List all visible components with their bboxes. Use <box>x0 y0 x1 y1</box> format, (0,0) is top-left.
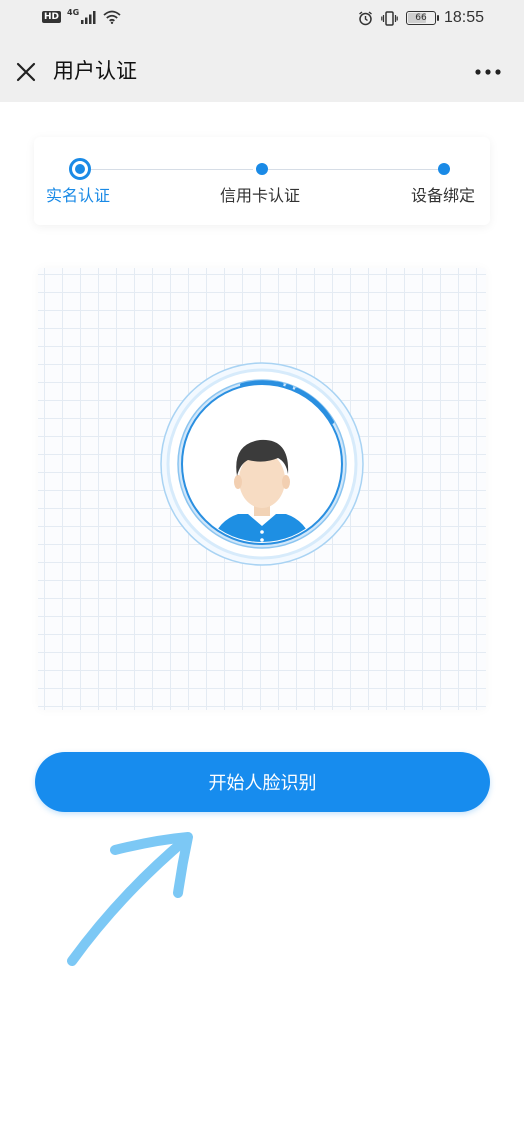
battery-level: 66 <box>415 13 427 23</box>
more-icon <box>475 69 501 75</box>
page-title: 用户认证 <box>53 59 137 83</box>
step-3-indicator <box>438 163 450 175</box>
close-icon <box>16 62 36 82</box>
alarm-icon <box>359 10 372 25</box>
status-bar: HD 4G 66 18:55 <box>0 0 524 40</box>
signal-icon <box>81 10 96 24</box>
annotation-arrow <box>67 832 193 966</box>
vibrate-icon <box>381 10 398 26</box>
step-1-indicator <box>69 158 91 180</box>
close-button[interactable] <box>10 56 42 88</box>
battery-indicator: 66 <box>405 11 439 25</box>
step-connector <box>268 169 438 170</box>
step-connector <box>91 169 253 170</box>
step-2-indicator <box>256 163 268 175</box>
steps-progress: 实名认证 信用卡认证 设备绑定 <box>34 137 490 225</box>
face-avatar-icon <box>160 362 364 566</box>
more-button[interactable] <box>472 58 504 86</box>
status-bar-right: 66 18:55 <box>358 9 484 27</box>
status-time: 18:55 <box>443 9 484 26</box>
network-type: 4G <box>67 7 80 17</box>
status-bar-left: HD 4G <box>42 7 121 24</box>
step-label-device-binding: 设备绑定 <box>411 186 476 205</box>
step-label-real-name: 实名认证 <box>46 186 111 205</box>
wifi-icon <box>103 10 121 24</box>
hd-badge: HD <box>42 11 62 23</box>
step-label-credit-card: 信用卡认证 <box>220 186 301 205</box>
nav-bar: 用户认证 <box>0 40 524 102</box>
start-face-recognition-button[interactable]: 开始人脸识别 <box>35 752 490 812</box>
